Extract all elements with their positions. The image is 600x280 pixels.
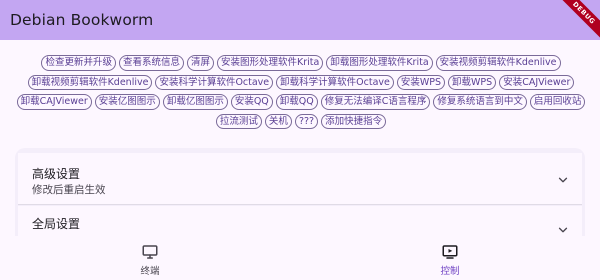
- command-chip-system-info[interactable]: 查看系统信息: [118, 55, 184, 71]
- desktop-icon: [142, 245, 158, 259]
- command-chip-install-kdenlive[interactable]: 安装视频剪辑软件Kdenlive: [435, 55, 561, 71]
- bottom-navigation: 终端 控制: [0, 236, 600, 280]
- command-chip-install-edraw[interactable]: 安装亿图图示: [94, 94, 160, 110]
- control-screen-icon: [442, 245, 458, 259]
- command-chip-shutdown[interactable]: 关机: [264, 113, 292, 129]
- command-chip-install-octave[interactable]: 安装科学计算软件Octave: [155, 74, 274, 90]
- command-chip-uninstall-krita[interactable]: 卸载图形处理软件Krita: [326, 55, 433, 71]
- advanced-settings-panel[interactable]: 高级设置 修改后重启生效: [18, 153, 582, 205]
- command-chip-clear[interactable]: 清屏: [186, 55, 214, 71]
- command-chip-uninstall-octave[interactable]: 卸载科学计算软件Octave: [276, 74, 394, 90]
- debug-banner: DEBUG: [557, 0, 600, 40]
- nav-item-terminal[interactable]: 终端: [0, 236, 300, 280]
- command-chip-check-update[interactable]: 检查更新并升级: [41, 55, 116, 71]
- command-chip-uninstall-edraw[interactable]: 卸载亿图图示: [162, 94, 228, 110]
- command-chip-install-qq[interactable]: 安装QQ: [230, 94, 273, 110]
- command-chip-stream-test[interactable]: 拉流测试: [215, 113, 262, 129]
- command-chips: 检查更新并升级 查看系统信息 清屏 安装图形处理软件Krita 卸载图形处理软件…: [8, 55, 594, 129]
- chevron-down-icon[interactable]: [556, 223, 570, 237]
- nav-item-control[interactable]: 控制: [300, 236, 600, 280]
- command-chip-install-cajviewer[interactable]: 安装CAJViewer: [499, 74, 575, 90]
- app-title: Debian Bookworm: [10, 11, 154, 29]
- global-settings-title: 全局设置: [32, 217, 81, 231]
- command-chip-enable-trash[interactable]: 启用回收站: [529, 94, 586, 110]
- command-chip-uninstall-qq[interactable]: 卸载QQ: [275, 94, 318, 110]
- chevron-down-icon[interactable]: [556, 173, 570, 187]
- command-chip-uninstall-wps[interactable]: 卸载WPS: [448, 74, 497, 90]
- command-chip-install-wps[interactable]: 安装WPS: [396, 74, 446, 90]
- settings-card: 高级设置 修改后重启生效 全局设置: [15, 148, 585, 248]
- command-chip-uninstall-kdenlive[interactable]: 卸载视频剪辑软件Kdenlive: [27, 74, 153, 90]
- nav-label-terminal: 终端: [140, 266, 160, 277]
- app-bar: Debian Bookworm DEBUG: [0, 0, 600, 40]
- command-chip-fix-c-compile[interactable]: 修复无法编译C语言程序: [320, 94, 431, 110]
- command-chip-unknown[interactable]: ???: [294, 113, 319, 129]
- command-chip-fix-language[interactable]: 修复系统语言到中文: [433, 94, 527, 110]
- nav-label-control: 控制: [440, 266, 460, 277]
- add-shortcut-chip[interactable]: 添加快捷指令: [321, 113, 387, 129]
- advanced-settings-title: 高级设置: [32, 167, 81, 181]
- command-chip-uninstall-cajviewer[interactable]: 卸载CAJViewer: [16, 94, 92, 110]
- advanced-settings-subtitle: 修改后重启生效: [32, 184, 106, 196]
- command-chip-install-krita[interactable]: 安装图形处理软件Krita: [217, 55, 324, 71]
